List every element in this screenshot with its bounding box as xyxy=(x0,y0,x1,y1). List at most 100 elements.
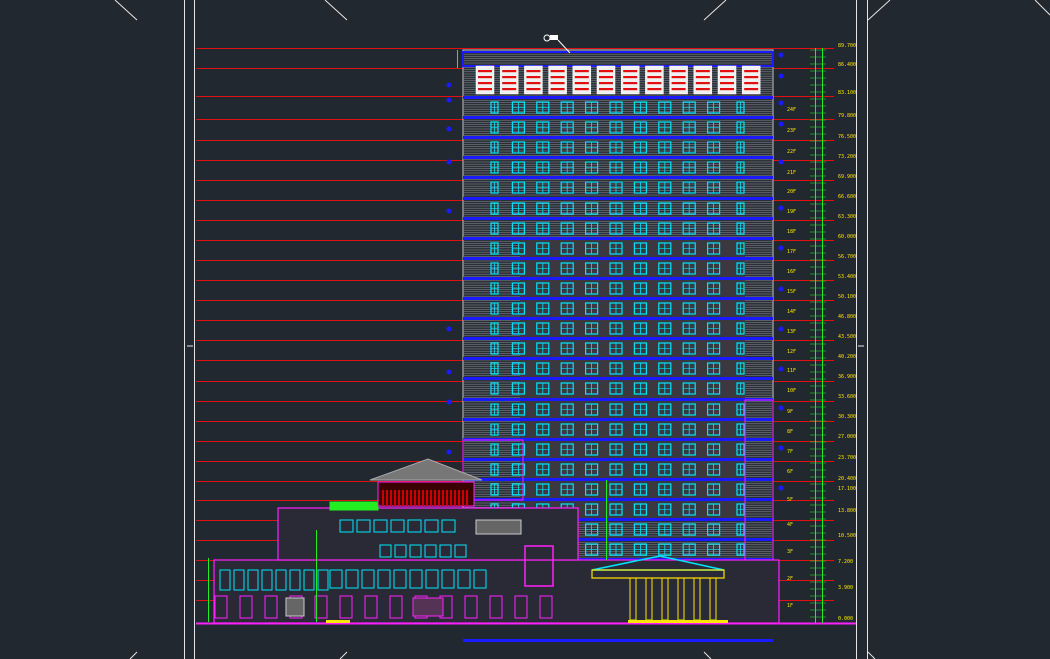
crown-panel-stripe xyxy=(647,70,662,73)
floor-band xyxy=(463,639,773,642)
crown-panel-stripe xyxy=(550,82,565,85)
floor-band xyxy=(463,176,773,179)
level-label: 3.900 xyxy=(838,585,853,591)
corner-diagonal xyxy=(339,651,348,659)
level-label: 89.700 xyxy=(838,43,856,49)
floor-label: 15F xyxy=(787,289,796,295)
level-label: 79.800 xyxy=(838,113,856,119)
ground-marker xyxy=(326,620,350,623)
gridline-bubble-left xyxy=(446,399,452,405)
crown-panel-stripe xyxy=(720,76,734,79)
crown-panel-stripe xyxy=(526,82,541,85)
crown-panel-stripe xyxy=(550,70,565,73)
crown-panel-stripe xyxy=(574,82,589,85)
level-label: 53.400 xyxy=(838,274,856,280)
crown-panel-stripe xyxy=(695,88,710,91)
floor-label: 2F xyxy=(787,576,793,582)
gridline-bubble-right xyxy=(778,485,784,491)
level-label: 7.200 xyxy=(838,559,853,565)
floor-labels: 24F 23F 22F 21F 20F 19F 18F 17F 16F 15F 14F 13F 12F 1… xyxy=(787,107,796,609)
floor-label: 1F xyxy=(787,603,793,609)
floor-band xyxy=(463,197,773,200)
floor-label: 19F xyxy=(787,209,796,215)
corner-diagonal xyxy=(867,0,891,21)
gridline-bubble-left xyxy=(446,449,452,455)
level-label: 83.100 xyxy=(838,90,856,96)
floor-label: 18F xyxy=(787,229,796,235)
floor-label: 20F xyxy=(787,189,796,195)
corner-diagonal xyxy=(703,651,712,659)
gridline-bubble-left xyxy=(446,369,452,375)
level-label: 86.400 xyxy=(838,62,856,68)
gridline-bubble-right xyxy=(778,366,784,372)
crown-panel-stripe xyxy=(744,82,759,85)
podium-panel xyxy=(475,519,522,535)
crown-panel-stripe xyxy=(647,82,662,85)
level-label: 43.500 xyxy=(838,334,856,340)
gridline-bubble-right xyxy=(778,326,784,332)
north-marker-flag xyxy=(550,35,558,40)
floor-label: 8F xyxy=(787,429,793,435)
elevation-drawing[interactable]: 24F 23F 22F 21F 20F 19F 18F 17F 16F 15F 14F 13F 12F 1… xyxy=(0,0,1050,659)
floor-band xyxy=(463,237,773,240)
crown-panel-stripe xyxy=(720,88,734,91)
cad-viewport[interactable]: 24F 23F 22F 21F 20F 19F 18F 17F 16F 15F 14F 13F 12F 1… xyxy=(0,0,1050,659)
crown-panel-stripe xyxy=(720,70,734,73)
level-label: 69.900 xyxy=(838,174,856,180)
floor-band xyxy=(463,136,773,139)
floor-band xyxy=(463,116,773,119)
crown-panel-stripe xyxy=(478,88,492,91)
crown-panel-stripe xyxy=(623,76,638,79)
corner-diagonal xyxy=(324,0,348,21)
floor-band xyxy=(463,96,773,99)
crown-panel-stripe xyxy=(695,70,710,73)
podium-mid xyxy=(277,507,579,561)
level-label: 13.800 xyxy=(838,508,856,514)
crown-panel-stripe xyxy=(550,88,565,91)
floor-label: 14F xyxy=(787,309,796,315)
crown-panel-stripe xyxy=(574,70,589,73)
floor-label: 10F xyxy=(787,388,796,394)
podium-door xyxy=(412,597,444,617)
gridline-bubble-right xyxy=(778,405,784,411)
floor-band xyxy=(463,398,773,401)
gridline-bubble-right xyxy=(778,159,784,165)
crown-panel-stripe xyxy=(647,88,662,91)
level-label: 36.900 xyxy=(838,374,856,380)
level-label: 66.600 xyxy=(838,194,856,200)
gridline-bubble-right xyxy=(778,445,784,451)
roof-terrace xyxy=(329,501,379,511)
crown-panel-stripe xyxy=(526,70,541,73)
floor-label: 4F xyxy=(787,522,793,528)
gridline-bubble-right xyxy=(778,100,784,106)
crown-panel-stripe xyxy=(599,88,613,91)
level-label: 76.500 xyxy=(838,134,856,140)
floor-band xyxy=(463,297,773,300)
floor-band xyxy=(463,377,773,380)
floor-label: 17F xyxy=(787,249,796,255)
corner-diagonal xyxy=(114,0,138,21)
gridline-bubble-left xyxy=(446,208,452,214)
level-label: 40.200 xyxy=(838,354,856,360)
floor-label: 11F xyxy=(787,368,796,374)
crown-panel-stripe xyxy=(623,70,638,73)
level-label: 50.100 xyxy=(838,294,856,300)
floor-band xyxy=(463,478,773,481)
crown-panel-stripe xyxy=(695,76,710,79)
level-label: 20.400 xyxy=(838,476,856,482)
corner-diagonal xyxy=(1034,0,1050,16)
floor-label: 6F xyxy=(787,469,793,475)
level-label: 17.100 xyxy=(838,486,856,492)
ground-marker xyxy=(628,620,728,623)
floor-band xyxy=(463,337,773,340)
gridline-bubble-left xyxy=(446,82,452,88)
floor-label: 3F xyxy=(787,549,793,555)
corner-diagonal xyxy=(867,651,876,659)
crown-panel-stripe xyxy=(647,76,662,79)
floor-label: 23F xyxy=(787,128,796,134)
crown-panel-stripe xyxy=(720,82,734,85)
floor-band xyxy=(463,418,773,421)
gridline-bubble-right xyxy=(778,121,784,127)
floor-label: 13F xyxy=(787,329,796,335)
level-label: 33.600 xyxy=(838,394,856,400)
